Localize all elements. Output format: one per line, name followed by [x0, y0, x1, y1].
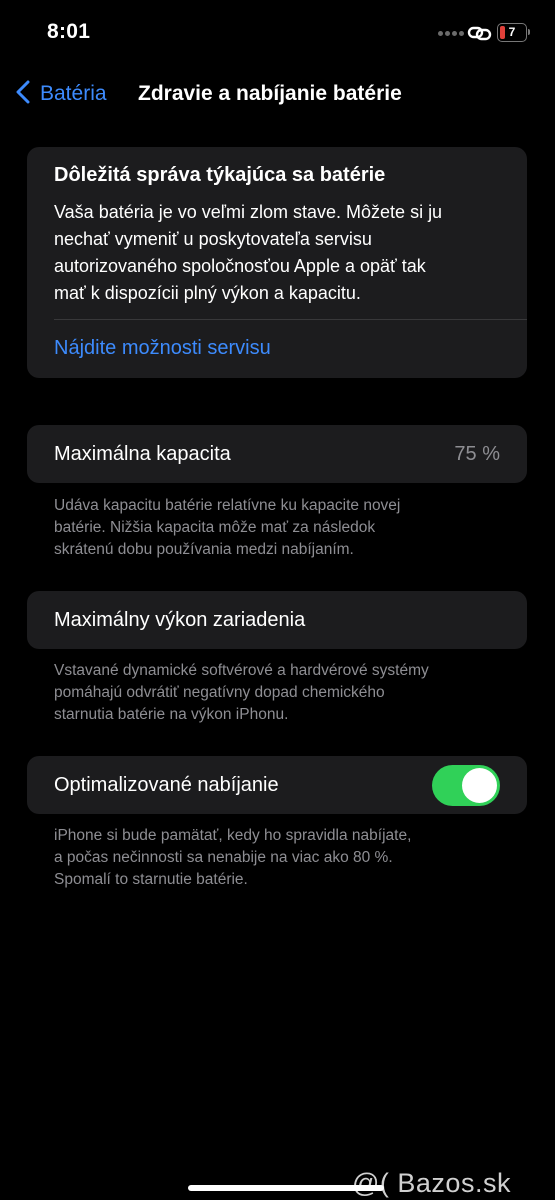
- battery-icon: 7: [497, 23, 527, 42]
- peak-performance-label: Maximálny výkon zariadenia: [54, 609, 306, 631]
- signal-dots-icon: [438, 31, 464, 37]
- toggle-knob: [462, 768, 497, 803]
- navigation-bar: Batéria Zdravie a nabíjanie batérie: [0, 70, 555, 120]
- status-time: 8:01: [47, 20, 91, 43]
- footnote-line: batérie. Nižšia kapacita môže mať za nás…: [54, 519, 376, 536]
- peak-performance-footnote: Vstavané dynamické softvérové a hardvéro…: [54, 660, 514, 726]
- alert-message-line: mať k dispozícii plný výkon a kapacitu.: [54, 283, 361, 303]
- alert-message-line: Vaša batéria je vo veľmi zlom stave. Môž…: [54, 202, 443, 222]
- max-capacity-footnote: Udáva kapacitu batérie relatívne ku kapa…: [54, 495, 514, 561]
- footnote-line: a počas nečinnosti sa nenabije na viac a…: [54, 849, 393, 866]
- battery-level-text: 7: [508, 25, 516, 39]
- divider: [54, 319, 527, 320]
- footnote-line: iPhone si bude pamätať, kedy ho spravidl…: [54, 827, 412, 844]
- link-icon: [467, 23, 493, 43]
- peak-performance-row: Maximálny výkon zariadenia: [27, 591, 527, 649]
- chevron-left-icon: [16, 80, 30, 109]
- optimized-charging-label: Optimalizované nabíjanie: [54, 774, 279, 796]
- alert-message-line: autorizovaného spoločnosťou Apple a opäť…: [54, 256, 426, 276]
- max-capacity-row: Maximálna kapacita 75 %: [27, 425, 527, 483]
- alert-message: Vaša batéria je vo veľmi zlom stave. Môž…: [54, 199, 514, 307]
- footnote-line: pomáhajú odvrátiť negatívny dopad chemic…: [54, 684, 385, 701]
- page-title: Zdravie a nabíjanie batérie: [138, 82, 402, 105]
- optimized-charging-toggle[interactable]: [432, 765, 500, 806]
- alert-message-line: nechať vymeniť u poskytovateľa servisu: [54, 229, 372, 249]
- footnote-line: Spomalí to starnutie batérie.: [54, 871, 248, 888]
- battery-alert-card: Dôležitá správa týkajúca sa batérie Vaša…: [27, 147, 527, 378]
- max-capacity-value: 75 %: [454, 443, 500, 465]
- back-button[interactable]: Batéria: [16, 78, 107, 110]
- footnote-line: skrátenú dobu používania medzi nabíjaním…: [54, 541, 354, 558]
- watermark: @( Bazos.sk: [352, 1168, 511, 1198]
- alert-title: Dôležitá správa týkajúca sa batérie: [54, 164, 386, 186]
- find-service-options-link[interactable]: Nájdite možnosti servisu: [54, 337, 271, 360]
- battery-cap: [528, 29, 530, 35]
- optimized-charging-footnote: iPhone si bude pamätať, kedy ho spravidl…: [54, 825, 514, 891]
- back-button-label: Batéria: [40, 82, 107, 105]
- max-capacity-label: Maximálna kapacita: [54, 443, 231, 465]
- optimized-charging-row: Optimalizované nabíjanie: [27, 756, 527, 814]
- footnote-line: Vstavané dynamické softvérové a hardvéro…: [54, 662, 429, 679]
- footnote-line: starnutia batérie na výkon iPhonu.: [54, 706, 289, 723]
- home-indicator[interactable]: [188, 1185, 384, 1191]
- footnote-line: Udáva kapacitu batérie relatívne ku kapa…: [54, 497, 401, 514]
- status-bar: 8:01 7: [0, 0, 555, 70]
